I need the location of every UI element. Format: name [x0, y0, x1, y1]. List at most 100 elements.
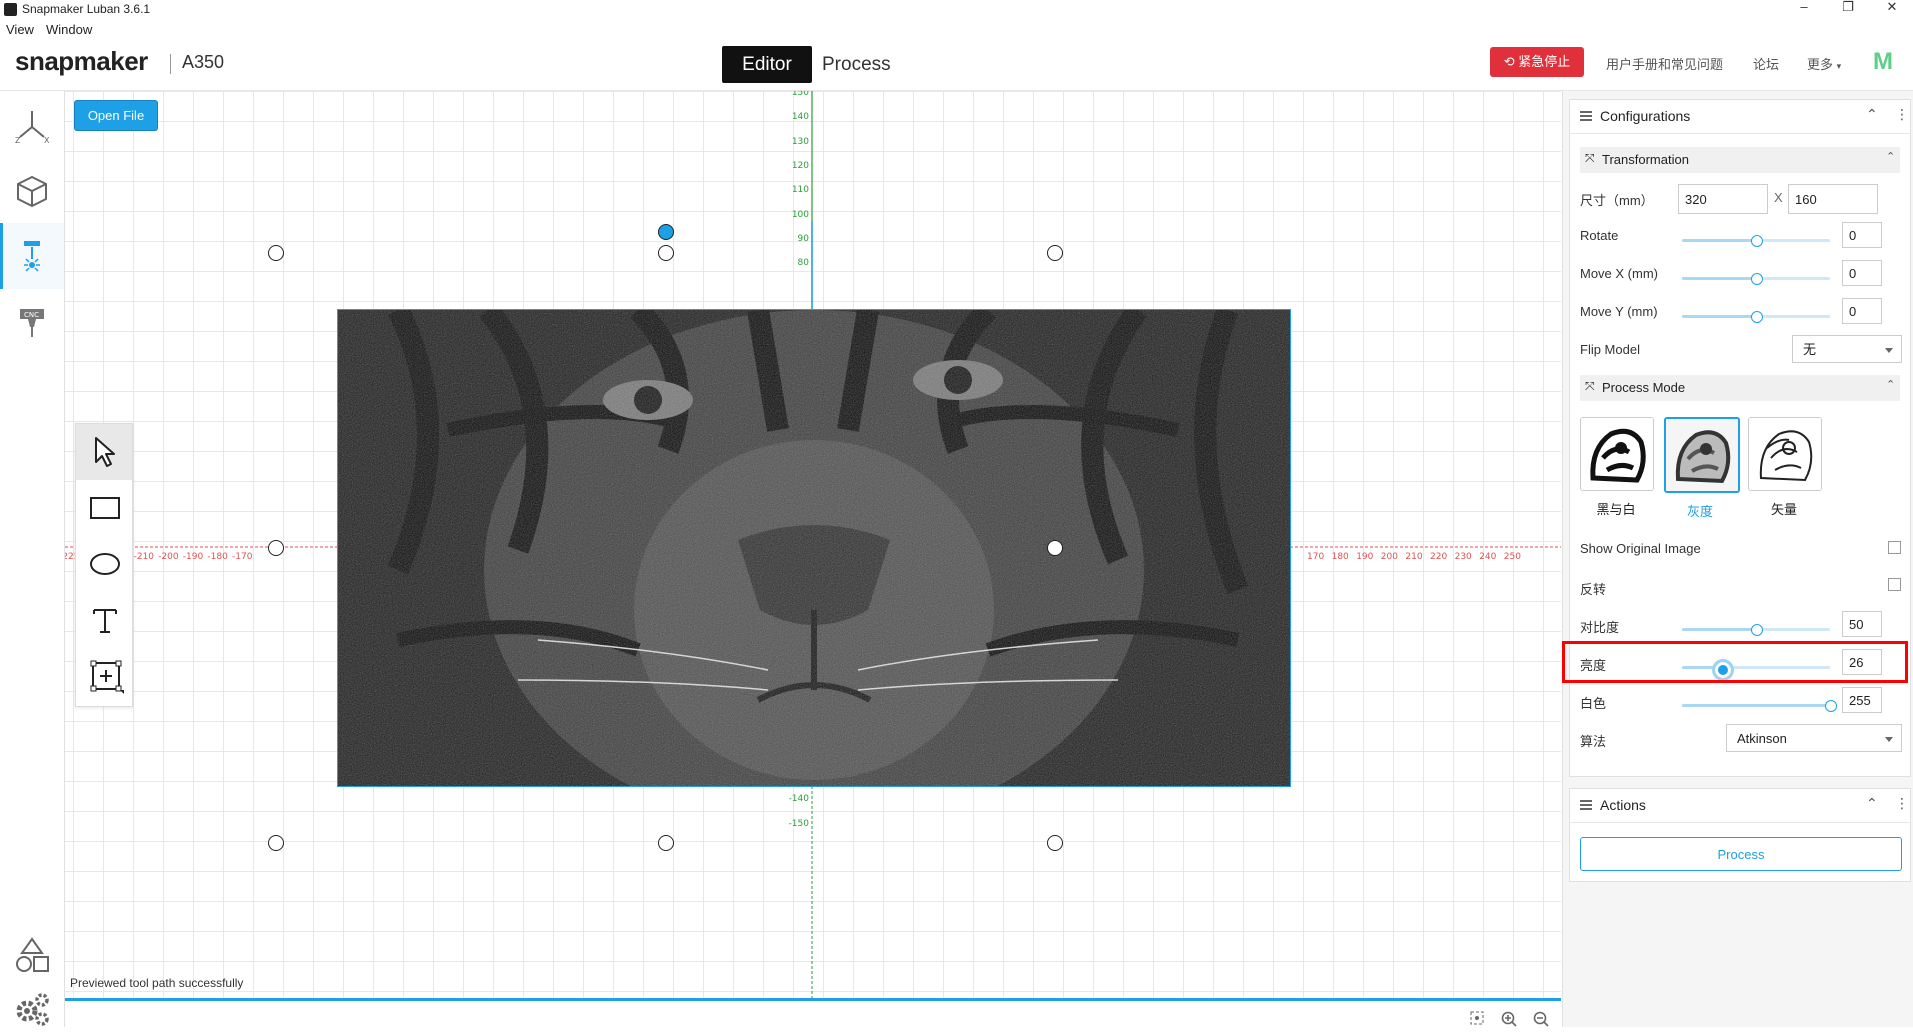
sidebar-item-3dp[interactable]	[0, 157, 64, 223]
height-input[interactable]: 160	[1788, 184, 1878, 214]
process-mode-title: Process Mode	[1602, 380, 1686, 395]
brand-m-icon: M	[1873, 48, 1893, 75]
slider-thumb[interactable]	[1751, 235, 1763, 247]
tool-text[interactable]	[76, 592, 132, 648]
logo-separator	[170, 54, 171, 74]
menu-icon	[1580, 800, 1592, 810]
mode-greyscale[interactable]	[1664, 417, 1740, 493]
close-icon[interactable]: ✕	[1870, 0, 1913, 20]
minimize-icon[interactable]: –	[1782, 0, 1826, 20]
shapes-icon	[16, 937, 49, 972]
move-x-label: Move X (mm)	[1580, 266, 1658, 281]
rotate-label: Rotate	[1580, 228, 1619, 243]
menu-view[interactable]: View	[6, 22, 34, 37]
x-ruler-label: -190	[183, 552, 204, 562]
ellipse-icon	[90, 553, 120, 575]
flip-model-select[interactable]: 无	[1792, 335, 1902, 363]
process-button[interactable]: Process	[1580, 837, 1902, 871]
process-mode-section-header[interactable]: ⤧ Process Mode ⌃	[1580, 375, 1900, 401]
fit-view-icon[interactable]	[1470, 1011, 1484, 1025]
resize-handle-right[interactable]	[1047, 540, 1063, 556]
user-manual-link[interactable]: 用户手册和常见问题	[1606, 54, 1723, 73]
tiger-image[interactable]	[337, 309, 1291, 787]
slider-thumb[interactable]	[1825, 700, 1837, 712]
progress-bar	[65, 998, 1561, 1001]
transformation-title: Transformation	[1602, 152, 1689, 167]
mode-greyscale-label: 灰度	[1686, 504, 1713, 519]
algorithm-label: 算法	[1580, 734, 1607, 749]
move-x-slider[interactable]	[1682, 272, 1830, 286]
app-header: snapmaker A350 Editor Process ⟲ 紧急停止 用户手…	[0, 40, 1913, 91]
undo-icon: ⟲	[1503, 54, 1519, 69]
size-separator: X	[1774, 190, 1783, 205]
open-file-button[interactable]: Open File	[74, 100, 158, 131]
slider-fill	[1682, 239, 1756, 242]
cnc-icon: CNC	[20, 309, 44, 337]
menu-bar: View Window	[0, 20, 1913, 40]
more-options-icon[interactable]: ⋮	[1895, 795, 1909, 812]
laser-icon	[24, 241, 40, 272]
more-menu[interactable]: 更多 ▾	[1807, 54, 1841, 73]
expand-arrows-icon: ⤧	[1585, 379, 1595, 393]
rotate-handle[interactable]	[658, 224, 674, 240]
slider-thumb[interactable]	[1751, 273, 1763, 285]
algorithm-select[interactable]: Atkinson	[1726, 724, 1902, 752]
show-original-checkbox[interactable]	[1888, 541, 1901, 554]
sidebar-item-settings[interactable]	[0, 987, 64, 1027]
x-ruler-label: 190	[1356, 552, 1373, 562]
move-x-input[interactable]: 0	[1842, 260, 1882, 286]
resize-handle-bottom-right[interactable]	[1047, 835, 1063, 851]
rotate-input[interactable]: 0	[1842, 222, 1882, 248]
emergency-stop-label: 紧急停止	[1518, 54, 1571, 69]
resize-handle-top[interactable]	[658, 245, 674, 261]
tab-process[interactable]: Process	[822, 46, 891, 83]
sidebar-item-models[interactable]	[0, 921, 64, 987]
resize-handle-bottom-left[interactable]	[268, 835, 284, 851]
slider-thumb[interactable]	[1751, 311, 1763, 323]
y-ruler-label: 100	[792, 210, 809, 220]
contrast-slider[interactable]	[1682, 623, 1830, 637]
white-slider[interactable]	[1682, 699, 1837, 713]
width-input[interactable]: 320	[1678, 184, 1768, 214]
resize-handle-bottom[interactable]	[658, 835, 674, 851]
app-icon	[4, 3, 17, 16]
resize-handle-top-right[interactable]	[1047, 245, 1063, 261]
sidebar-item-workspace[interactable]: Z X	[0, 91, 64, 157]
right-panel: Configurations ⌃ ⋮ ⤧ Transformation ⌃ 尺寸…	[1562, 91, 1913, 1027]
invert-checkbox[interactable]	[1888, 578, 1901, 591]
chevron-up-icon: ⌃	[1886, 379, 1896, 391]
rotate-slider[interactable]	[1682, 234, 1830, 248]
contrast-input[interactable]: 50	[1842, 611, 1882, 637]
collapse-icon[interactable]: ⌃	[1866, 106, 1878, 123]
emergency-stop-button[interactable]: ⟲ 紧急停止	[1490, 47, 1584, 77]
transformation-section-header[interactable]: ⤧ Transformation ⌃	[1580, 147, 1900, 173]
resize-handle-left[interactable]	[268, 540, 284, 556]
workspace-canvas[interactable]: 1501401301201101009080-90-100-110-120-13…	[65, 91, 1561, 1001]
menu-window[interactable]: Window	[46, 22, 92, 37]
move-y-slider[interactable]	[1682, 310, 1830, 324]
tool-add[interactable]	[76, 648, 132, 704]
tiger-image-render	[338, 310, 1290, 786]
mode-vector[interactable]	[1748, 417, 1822, 491]
collapse-icon[interactable]: ⌃	[1866, 795, 1878, 812]
zoom-in-icon[interactable]	[1501, 1011, 1517, 1027]
mode-black-white[interactable]	[1580, 417, 1654, 491]
x-ruler-label: 240	[1479, 552, 1496, 562]
y-ruler-label: 110	[792, 185, 809, 195]
more-options-icon[interactable]: ⋮	[1895, 106, 1909, 123]
sidebar-item-laser[interactable]	[0, 223, 64, 289]
move-y-input[interactable]: 0	[1842, 298, 1882, 324]
resize-handle-top-left[interactable]	[268, 245, 284, 261]
tool-rectangle[interactable]	[76, 480, 132, 536]
tool-select[interactable]	[76, 424, 132, 480]
slider-thumb[interactable]	[1751, 624, 1763, 636]
x-ruler-label: -180	[207, 552, 228, 562]
tab-editor[interactable]: Editor	[722, 46, 812, 83]
restore-icon[interactable]: ❐	[1826, 0, 1870, 20]
white-input[interactable]: 255	[1842, 687, 1882, 713]
tool-ellipse[interactable]	[76, 536, 132, 592]
sidebar-item-cnc[interactable]: CNC	[0, 289, 64, 355]
zoom-out-icon[interactable]	[1533, 1011, 1549, 1027]
x-ruler-label: 220	[1430, 552, 1447, 562]
forum-link[interactable]: 论坛	[1753, 54, 1779, 73]
